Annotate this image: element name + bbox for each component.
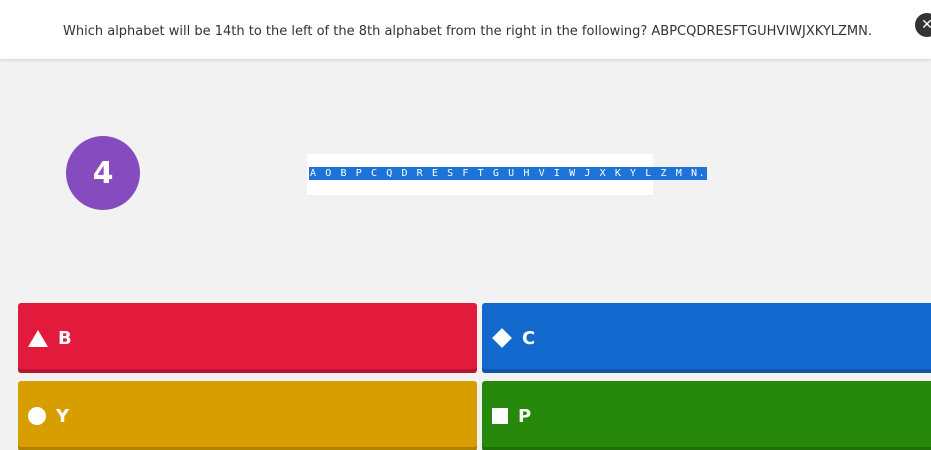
answer-option-1[interactable]: B	[18, 303, 477, 373]
answer-option-2[interactable]: C	[482, 303, 931, 373]
square-icon	[492, 408, 508, 424]
question-text: Which alphabet will be 14th to the left …	[63, 24, 872, 39]
question-image-text: A O B P C Q D R E S F T G U H V I W J X …	[309, 167, 708, 180]
diamond-icon	[492, 328, 512, 348]
timer-value: 4	[92, 155, 114, 191]
answer-label: B	[58, 327, 72, 349]
answer-label: C	[522, 327, 536, 349]
answer-label: Y	[56, 405, 70, 427]
circle-icon	[28, 407, 46, 425]
answer-option-3[interactable]: Y	[18, 381, 477, 450]
question-image: A O B P C Q D R E S F T G U H V I W J X …	[307, 154, 708, 195]
triangle-icon	[28, 329, 48, 347]
answer-option-4[interactable]: P	[482, 381, 931, 450]
answer-label: P	[518, 405, 532, 427]
timer-badge: 4	[66, 136, 140, 210]
close-icon[interactable]: ✕	[915, 13, 931, 37]
question-bar: Which alphabet will be 14th to the left …	[0, 0, 931, 60]
